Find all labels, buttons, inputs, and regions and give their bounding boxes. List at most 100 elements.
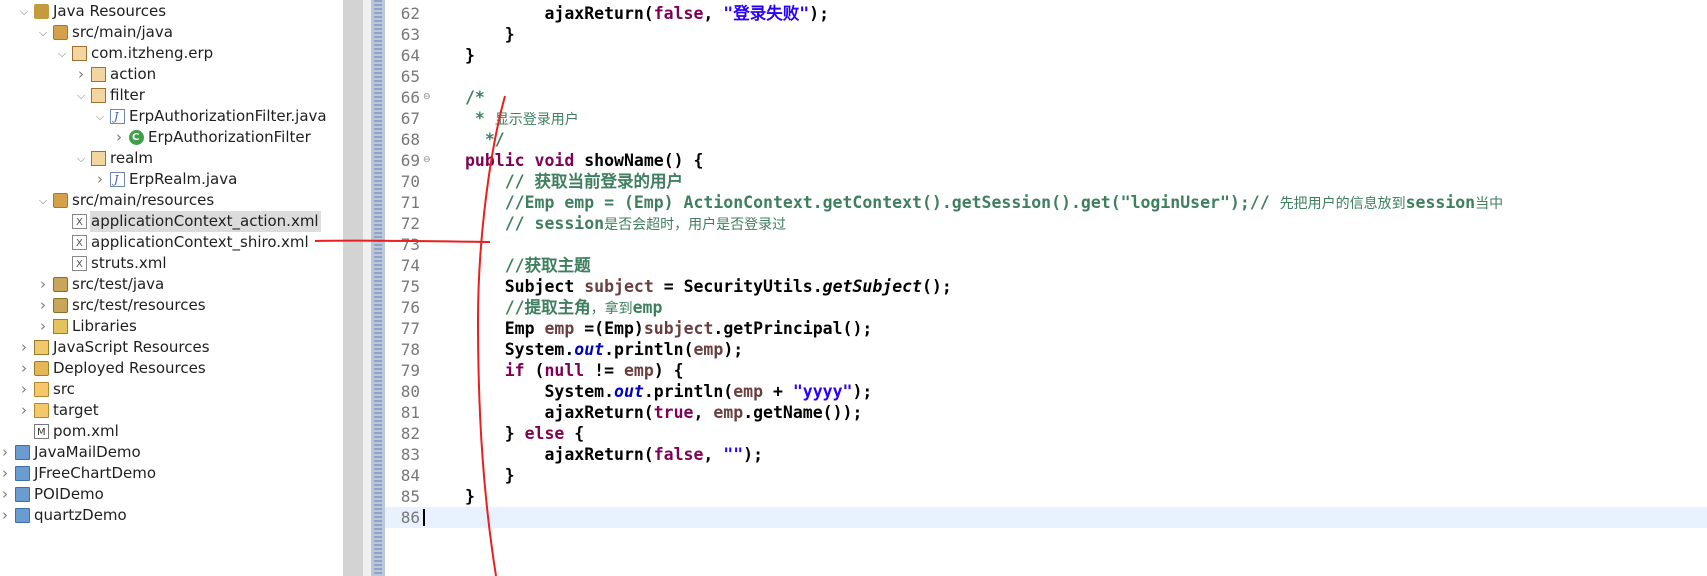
line-number: 71: [400, 193, 420, 212]
line-number: 75: [400, 277, 420, 296]
tree-item[interactable]: › ErpAuthorizationFilter: [0, 127, 343, 148]
tree-item[interactable]: › action: [0, 64, 343, 85]
line-number: 72: [400, 214, 420, 233]
xml-file-icon: [72, 212, 87, 233]
code-line[interactable]: }: [465, 486, 475, 507]
tree-item[interactable]: › Deployed Resources: [0, 358, 343, 379]
chevron-down-icon[interactable]: ⌵: [75, 85, 87, 106]
line-number: 62: [400, 4, 420, 23]
line-number: 64: [400, 46, 420, 65]
code-line[interactable]: }: [465, 465, 515, 486]
tree-item-label: ErpAuthorizationFilter: [148, 128, 311, 146]
tree-item-label: src/test/resources: [72, 296, 206, 314]
explorer-scrollbar[interactable]: [343, 0, 363, 576]
chevron-down-icon[interactable]: ⌵: [37, 190, 49, 211]
tree-item[interactable]: › src/test/resources: [0, 295, 343, 316]
code-line[interactable]: // 获取当前登录的用户: [465, 171, 683, 192]
code-line[interactable]: //提取主角，拿到emp: [465, 297, 663, 318]
code-token: .println(: [604, 340, 694, 359]
code-line[interactable]: ajaxReturn(true, emp.getName());: [465, 402, 862, 423]
chevron-right-icon[interactable]: ›: [0, 463, 11, 484]
chevron-right-icon[interactable]: ›: [18, 358, 30, 379]
chevron-right-icon[interactable]: ›: [0, 505, 11, 526]
fold-toggle-icon[interactable]: ⊖: [423, 150, 431, 171]
code-token: showName() {: [574, 151, 704, 170]
code-line[interactable]: //获取主题: [465, 255, 591, 276]
fold-toggle-icon[interactable]: ⊖: [423, 87, 431, 108]
tree-item[interactable]: › target: [0, 400, 343, 421]
tree-item-label: Deployed Resources: [53, 359, 206, 377]
code-editor[interactable]: 62 ajaxReturn(false, "登录失败"); 63 } 64} 65 66…: [385, 0, 1707, 576]
code-token: System.: [465, 382, 615, 401]
code-line[interactable]: //Emp emp = (Emp) ActionContext.getConte…: [465, 192, 1503, 213]
tree-item[interactable]: ⌵ Java Resources: [0, 1, 343, 22]
code-line[interactable]: ajaxReturn(false, "");: [465, 444, 763, 465]
code-line[interactable]: */: [465, 129, 505, 150]
tree-item[interactable]: ⌵ realm: [0, 148, 343, 169]
tree-item[interactable]: › JavaMailDemo: [0, 442, 343, 463]
tree-item[interactable]: › src/test/java: [0, 274, 343, 295]
tree-item[interactable]: applicationContext_action.xml: [72, 211, 321, 233]
chevron-right-icon[interactable]: ›: [0, 484, 11, 505]
tree-item[interactable]: ⌵ src/main/resources: [0, 190, 343, 211]
code-line[interactable]: System.out.println(emp + "yyyy");: [465, 381, 872, 402]
tree-item[interactable]: › JavaScript Resources: [0, 337, 343, 358]
chevron-right-icon[interactable]: ›: [37, 316, 49, 337]
tree-item[interactable]: ⌵ ErpAuthorizationFilter.java: [0, 106, 343, 127]
chevron-right-icon[interactable]: ›: [37, 274, 49, 295]
chevron-down-icon[interactable]: ⌵: [37, 22, 49, 43]
tree-item[interactable]: applicationContext_shiro.xml: [0, 232, 343, 254]
package-icon: [91, 151, 106, 166]
tree-item-label: applicationContext_shiro.xml: [91, 233, 309, 251]
tree-item[interactable]: ⌵ com.itzheng.erp: [0, 43, 343, 64]
line-number: 65: [400, 67, 420, 86]
chevron-down-icon[interactable]: ⌵: [18, 1, 30, 22]
line-number: 69: [400, 151, 420, 170]
code-token: =(Emp): [574, 319, 644, 338]
chevron-right-icon[interactable]: ›: [94, 169, 106, 190]
code-line[interactable]: }: [465, 45, 475, 66]
chevron-right-icon[interactable]: ›: [75, 64, 87, 85]
tree-item[interactable]: › POIDemo: [0, 484, 343, 505]
code-line[interactable]: * 显示登录用户: [465, 108, 579, 129]
chevron-right-icon[interactable]: ›: [18, 337, 30, 358]
code-line[interactable]: System.out.println(emp);: [465, 339, 743, 360]
chevron-right-icon[interactable]: ›: [18, 400, 30, 421]
package-icon: [91, 67, 106, 82]
tree-item[interactable]: struts.xml: [0, 253, 343, 275]
tree-item[interactable]: ⌵ filter: [0, 85, 343, 106]
code-token: 显示登录用户: [494, 112, 579, 128]
tree-item[interactable]: › src: [0, 379, 343, 400]
chevron-down-icon[interactable]: ⌵: [94, 106, 106, 127]
xml-file-icon: [72, 233, 87, 254]
tree-item-label: ErpAuthorizationFilter.java: [129, 107, 327, 125]
chevron-down-icon[interactable]: ⌵: [75, 148, 87, 169]
chevron-down-icon[interactable]: ⌵: [56, 43, 68, 64]
code-line[interactable]: if (null != emp) {: [465, 360, 684, 381]
tree-item-label: filter: [110, 86, 145, 104]
code-line[interactable]: }: [465, 24, 515, 45]
chevron-right-icon[interactable]: ›: [18, 379, 30, 400]
tree-item[interactable]: ⌵ src/main/java: [0, 22, 343, 43]
tree-item[interactable]: › quartzDemo: [0, 505, 343, 526]
chevron-right-icon[interactable]: ›: [37, 295, 49, 316]
code-line[interactable]: ajaxReturn(false, "登录失败");: [465, 3, 829, 24]
code-token: ,: [703, 445, 724, 464]
code-token: emp: [693, 340, 724, 359]
chevron-right-icon[interactable]: ›: [0, 442, 11, 463]
code-line[interactable]: /*: [465, 87, 485, 108]
tree-item-label: src: [53, 380, 75, 398]
tree-item[interactable]: › ErpRealm.java: [0, 169, 343, 190]
line-number: 74: [400, 256, 420, 275]
chevron-right-icon[interactable]: ›: [113, 127, 125, 148]
tree-item[interactable]: pom.xml: [0, 421, 343, 443]
code-line[interactable]: } else {: [465, 423, 585, 444]
code-line[interactable]: public void showName() {: [465, 150, 703, 171]
tree-item[interactable]: › JFreeChartDemo: [0, 463, 343, 484]
tree-item[interactable]: › Libraries: [0, 316, 343, 337]
code-token: = SecurityUtils.: [653, 277, 823, 296]
code-line[interactable]: Subject subject = SecurityUtils.getSubje…: [465, 276, 952, 297]
code-token: out: [614, 382, 644, 401]
code-line[interactable]: Emp emp =(Emp)subject.getPrincipal();: [465, 318, 873, 339]
code-line[interactable]: // session是否会超时，用户是否登录过: [465, 213, 786, 234]
